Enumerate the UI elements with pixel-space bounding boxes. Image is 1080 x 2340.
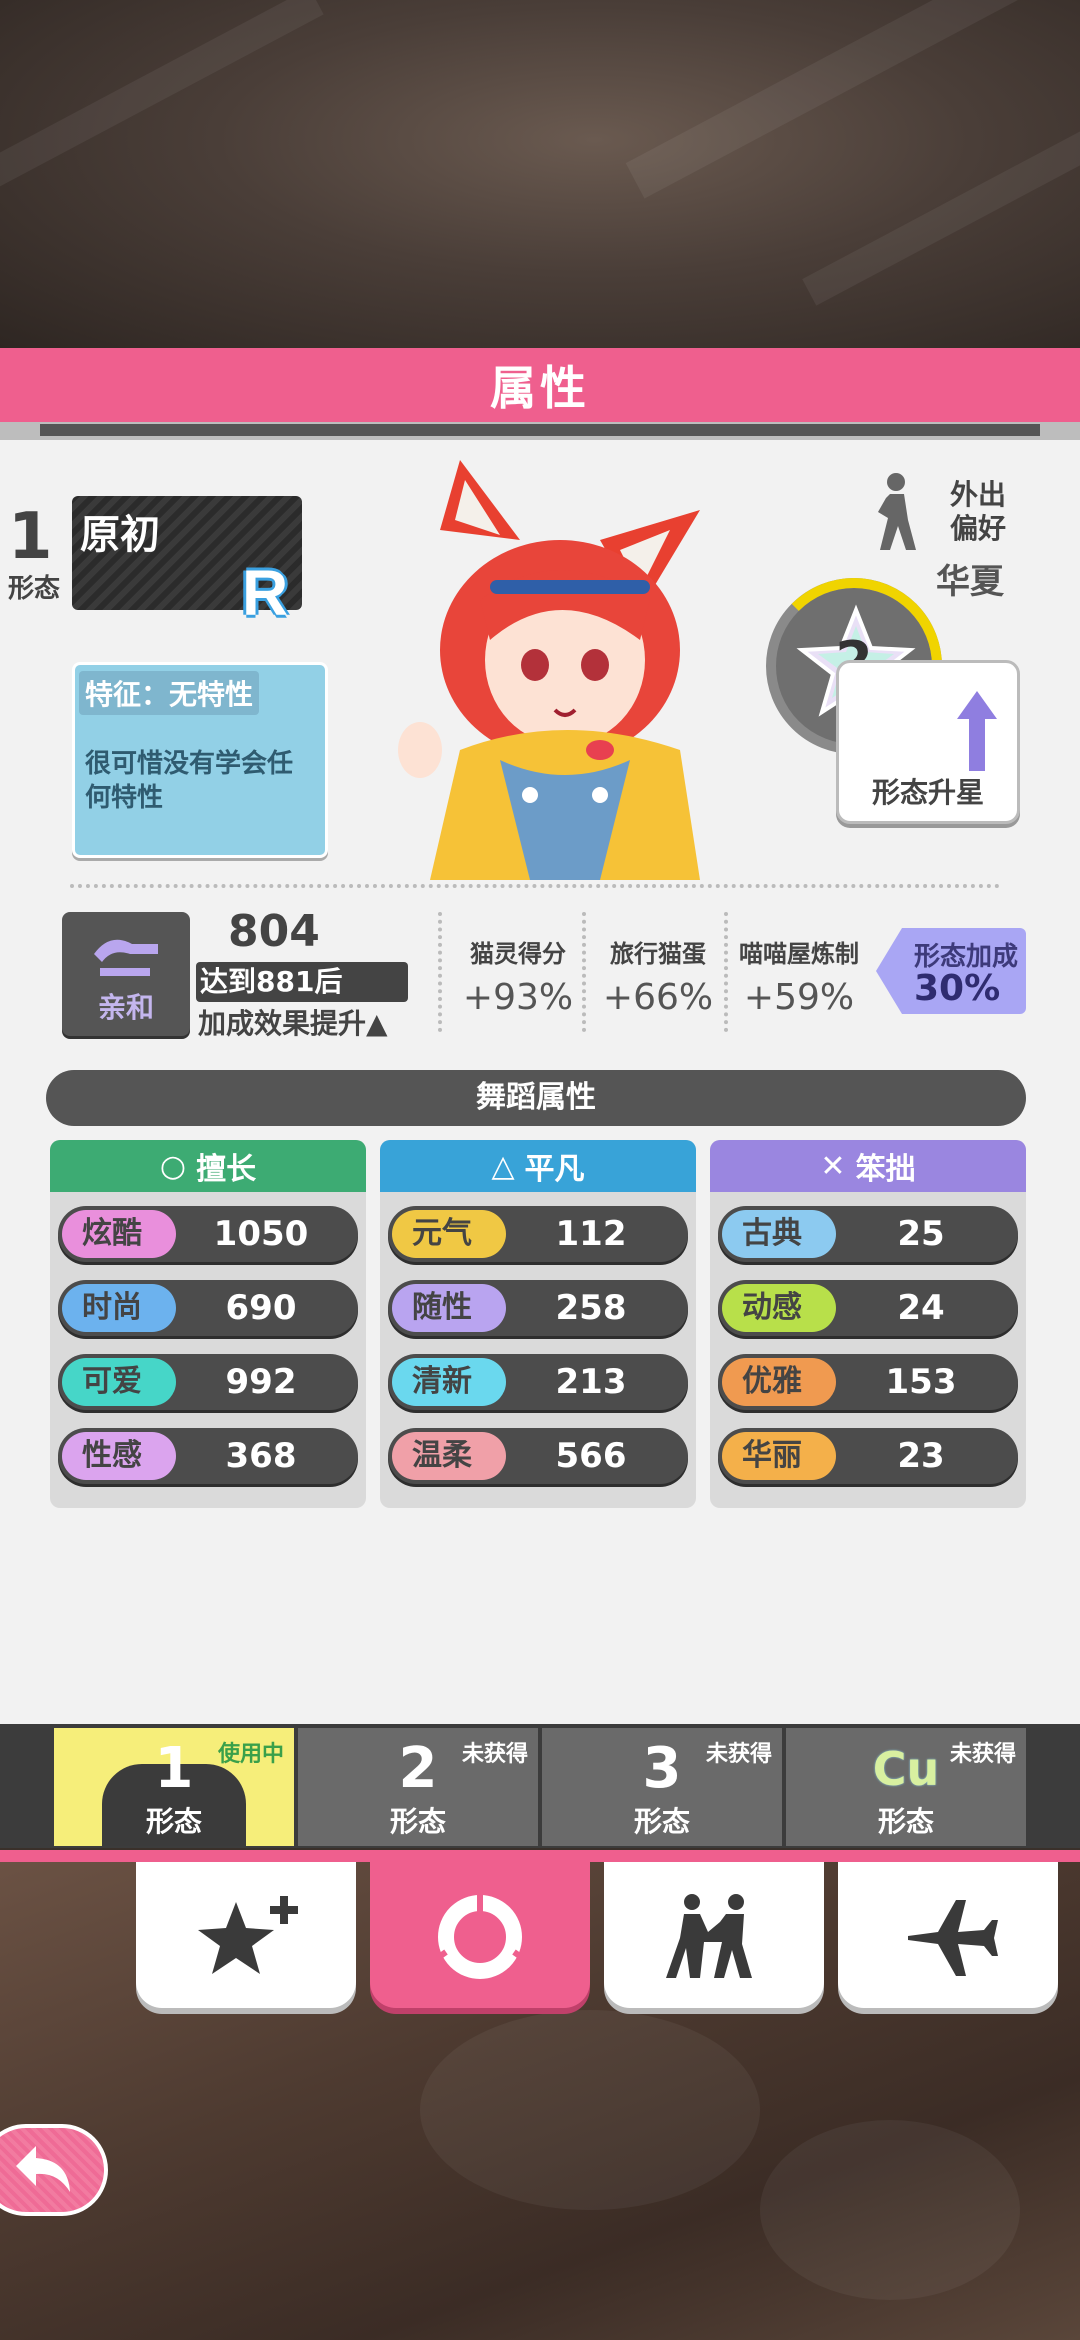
tab-status: 使用中 xyxy=(217,1742,284,1767)
page-title: 属性 xyxy=(490,361,590,415)
cross-icon: ✕ xyxy=(820,1148,846,1184)
divider xyxy=(70,884,1000,888)
stat-row: 温柔 566 xyxy=(388,1428,688,1484)
upgrade-label: 形态升星 xyxy=(871,776,984,809)
arrow-up-icon xyxy=(957,691,997,771)
affinity-bonus-text: 加成效果提升▲ xyxy=(198,1007,388,1040)
form-tab-3[interactable]: 3 形态 未获得 xyxy=(542,1728,782,1846)
bonus-travel-egg: 旅行猫蛋 +66% xyxy=(602,940,714,1018)
handshake-icon xyxy=(94,939,158,976)
affinity-value: 804 xyxy=(228,906,320,957)
bonus-cat-score: 猫灵得分 +93% xyxy=(462,940,574,1018)
stat-row: 时尚 690 xyxy=(58,1280,358,1336)
header-bar xyxy=(0,422,1080,440)
stat-row: 元气 112 xyxy=(388,1206,688,1262)
separator xyxy=(724,912,728,1032)
ring-icon xyxy=(430,1894,530,1979)
stat-row: 性感 368 xyxy=(58,1428,358,1484)
tab-status: 未获得 xyxy=(949,1742,1016,1767)
dance-icon xyxy=(666,1894,752,1978)
affinity-box[interactable]: 亲和 xyxy=(62,912,190,1036)
nav-travel-button[interactable] xyxy=(838,1862,1058,2008)
trait-title: 特征：无特性 xyxy=(79,671,260,715)
stat-row: 可爱 992 xyxy=(58,1354,358,1410)
nav-attributes-button[interactable] xyxy=(370,1862,590,2008)
column-good-header: ○ 擅长 xyxy=(50,1140,366,1192)
nav-dance-button[interactable] xyxy=(604,1862,824,2008)
form-tab-2[interactable]: 2 形态 未获得 xyxy=(298,1728,538,1846)
page-header: 属性 xyxy=(0,348,1080,422)
tab-status: 未获得 xyxy=(461,1742,528,1767)
character-illustration xyxy=(398,460,700,880)
background-top xyxy=(0,0,1080,350)
form-bonus-badge: 形态加成 30% xyxy=(876,928,1026,1014)
trait-card[interactable]: 特征：无特性 很可惜没有学会任何特性 xyxy=(72,662,328,858)
star-plus-icon xyxy=(198,1896,298,1974)
back-arrow-icon xyxy=(16,2146,70,2192)
form-label: 形态 xyxy=(8,574,61,604)
trait-description: 很可惜没有学会任何特性 xyxy=(85,749,294,813)
form-tab-1[interactable]: 1 形态 使用中 xyxy=(54,1728,294,1846)
separator xyxy=(582,912,586,1032)
form-star-upgrade-button[interactable]: 形态升星 xyxy=(836,660,1020,824)
nav-star-upgrade-button[interactable] xyxy=(136,1862,356,2008)
affinity-label: 亲和 xyxy=(97,991,154,1024)
stat-row: 动感 24 xyxy=(718,1280,1018,1336)
bonus-cat-house: 喵喵屋炼制 +59% xyxy=(739,940,859,1018)
stat-row: 炫酷 1050 xyxy=(58,1206,358,1262)
stat-row: 清新 213 xyxy=(388,1354,688,1410)
column-good: ○ 擅长 炫酷 1050 时尚 690 可爱 992 性感 368 xyxy=(50,1140,366,1508)
column-clumsy-header: ✕ 笨拙 xyxy=(710,1140,1026,1192)
affinity-threshold: 达到881后 xyxy=(196,962,408,1002)
rarity-badge: R xyxy=(242,557,289,629)
outing-preference-value: 华夏 xyxy=(936,562,1004,602)
circle-icon: ○ xyxy=(159,1148,187,1184)
stat-row: 优雅 153 xyxy=(718,1354,1018,1410)
stat-row: 古典 25 xyxy=(718,1206,1018,1262)
plane-icon xyxy=(908,1900,998,1976)
outing-preference-label: 外出偏好 xyxy=(950,478,1007,545)
accent-line xyxy=(0,1850,1080,1862)
separator xyxy=(438,912,442,1032)
stat-row: 华丽 23 xyxy=(718,1428,1018,1484)
column-normal-header: △ 平凡 xyxy=(380,1140,696,1192)
column-clumsy: ✕ 笨拙 古典 25 动感 24 优雅 153 华丽 23 xyxy=(710,1140,1026,1508)
back-button[interactable] xyxy=(0,2124,108,2216)
triangle-icon: △ xyxy=(491,1148,515,1184)
stat-row: 随性 258 xyxy=(388,1280,688,1336)
column-normal: △ 平凡 元气 112 随性 258 清新 213 温柔 566 xyxy=(380,1140,696,1508)
form-name: 原初 xyxy=(80,512,160,558)
walk-icon xyxy=(878,473,916,550)
tab-status: 未获得 xyxy=(705,1742,772,1767)
dance-attributes-title: 舞蹈属性 xyxy=(46,1070,1026,1126)
form-number: 1 xyxy=(8,500,53,574)
form-tab-custom[interactable]: Cu 形态 未获得 xyxy=(786,1728,1026,1846)
